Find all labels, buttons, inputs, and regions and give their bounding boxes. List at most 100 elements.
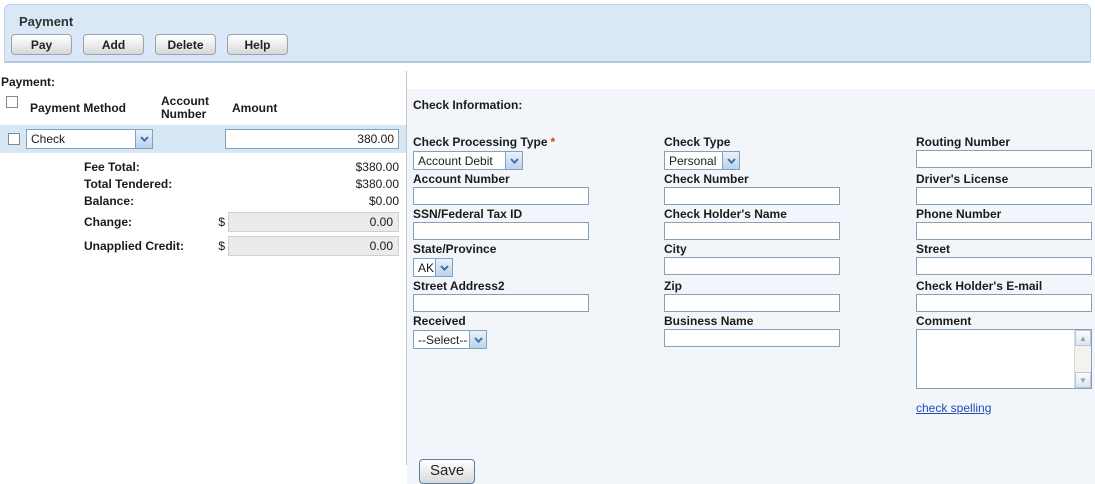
chevron-down-icon [469,331,486,348]
payment-summary-panel: Payment: Payment Method Account Number A… [0,71,407,465]
field-check-processing-type: Check Processing Type* Account Debit [413,135,664,170]
drivers-license-input[interactable] [916,187,1092,205]
drivers-license-label: Driver's License [916,172,1095,186]
street-address2-label: Street Address2 [413,279,664,293]
field-check-holders-email: Check Holder's E-mail [916,279,1095,312]
main-content: Payment: Payment Method Account Number A… [0,71,1095,465]
total-tendered-label: Total Tendered: [84,177,172,191]
field-drivers-license: Driver's License [916,172,1095,205]
chevron-down-icon [135,130,152,148]
city-label: City [664,242,916,256]
chevron-down-icon [505,152,522,169]
check-type-select[interactable]: Personal [664,151,740,170]
toolbar-buttons: Pay Add Delete Help [5,29,1090,55]
state-province-label: State/Province [413,242,664,256]
amount-input[interactable] [225,129,399,149]
field-city: City [664,242,916,277]
check-information-title: Check Information: [413,98,1095,112]
payment-section-label: Payment: [1,75,406,89]
column-header-account-number: Account Number [161,95,221,121]
pay-button[interactable]: Pay [11,34,72,55]
field-street-address2: Street Address2 [413,279,664,312]
page-title: Payment [5,5,1090,29]
balance-label: Balance: [84,194,134,208]
check-holders-name-input[interactable] [664,222,840,240]
fee-total-value: $380.00 [356,160,399,174]
account-number-input[interactable] [413,187,589,205]
save-button[interactable]: Save [419,459,475,484]
account-number-label: Account Number [413,172,664,186]
help-button[interactable]: Help [227,34,288,55]
zip-label: Zip [664,279,916,293]
field-phone-number: Phone Number [916,207,1095,240]
unapplied-credit-label: Unapplied Credit: [84,239,184,253]
check-information-panel: Check Information: Check Processing Type… [407,71,1095,465]
field-state-province: State/Province AK [413,242,664,277]
routing-number-input[interactable] [916,150,1092,168]
delete-button[interactable]: Delete [155,34,216,55]
field-account-number: Account Number [413,172,664,205]
check-fields-grid: Check Processing Type* Account Debit Che… [413,135,1095,417]
payment-totals: Fee Total: $380.00 Total Tendered: $380.… [0,158,406,257]
change-currency-symbol: $ [218,215,225,229]
balance-row: Balance: $0.00 [0,192,406,209]
comment-label: Comment [916,314,1095,328]
field-check-number: Check Number [664,172,916,205]
state-province-select[interactable]: AK [413,258,453,277]
check-number-label: Check Number [664,172,916,186]
received-label: Received [413,314,664,328]
field-check-holders-name: Check Holder's Name [664,207,916,240]
business-name-label: Business Name [664,314,916,328]
field-routing-number: Routing Number [916,135,1095,170]
field-ssn: SSN/Federal Tax ID [413,207,664,240]
unapplied-credit-input [228,236,399,256]
zip-input[interactable] [664,294,840,312]
check-information-inner: Check Information: Check Processing Type… [407,89,1095,484]
field-received: Received --Select-- [413,314,664,415]
field-street: Street [916,242,1095,277]
total-tendered-value: $380.00 [356,177,399,191]
comment-textarea[interactable]: ▲ ▼ [916,329,1092,389]
change-label: Change: [84,215,132,229]
total-tendered-row: Total Tendered: $380.00 [0,175,406,192]
unapplied-credit-currency-symbol: $ [218,239,225,253]
payment-table-header: Payment Method Account Number Amount [0,95,406,121]
street-address2-input[interactable] [413,294,589,312]
field-business-name: Business Name [664,314,916,415]
check-holders-email-input[interactable] [916,294,1092,312]
required-marker: * [551,135,556,149]
check-holders-email-label: Check Holder's E-mail [916,279,1095,293]
comment-scrollbar[interactable]: ▲ ▼ [1074,330,1091,388]
city-input[interactable] [664,257,840,275]
change-row: Change: $ [0,211,406,233]
check-number-input[interactable] [664,187,840,205]
select-all-checkbox[interactable] [6,96,18,108]
phone-number-input[interactable] [916,222,1092,240]
column-header-amount: Amount [232,102,406,115]
scroll-up-icon[interactable]: ▲ [1075,330,1091,346]
phone-number-label: Phone Number [916,207,1095,221]
column-header-payment-method: Payment Method [30,102,161,115]
chevron-down-icon [722,152,739,169]
payment-toolbar: Payment Pay Add Delete Help [4,4,1091,63]
business-name-input[interactable] [664,329,840,347]
scroll-down-icon[interactable]: ▼ [1075,372,1091,388]
unapplied-credit-row: Unapplied Credit: $ [0,235,406,257]
check-spelling-link[interactable]: check spelling [916,401,991,415]
payment-method-selected: Check [27,130,135,148]
payment-method-select[interactable]: Check [26,129,153,149]
add-button[interactable]: Add [83,34,144,55]
check-holders-name-label: Check Holder's Name [664,207,916,221]
payment-row: Check [0,125,406,153]
received-select[interactable]: --Select-- [413,330,487,349]
ssn-input[interactable] [413,222,589,240]
chevron-down-icon [435,259,452,276]
fee-total-row: Fee Total: $380.00 [0,158,406,175]
routing-number-label: Routing Number [916,135,1095,149]
check-processing-type-select[interactable]: Account Debit [413,151,523,170]
ssn-label: SSN/Federal Tax ID [413,207,664,221]
street-input[interactable] [916,257,1092,275]
row-checkbox[interactable] [8,133,20,145]
street-label: Street [916,242,1095,256]
balance-value: $0.00 [369,194,399,208]
